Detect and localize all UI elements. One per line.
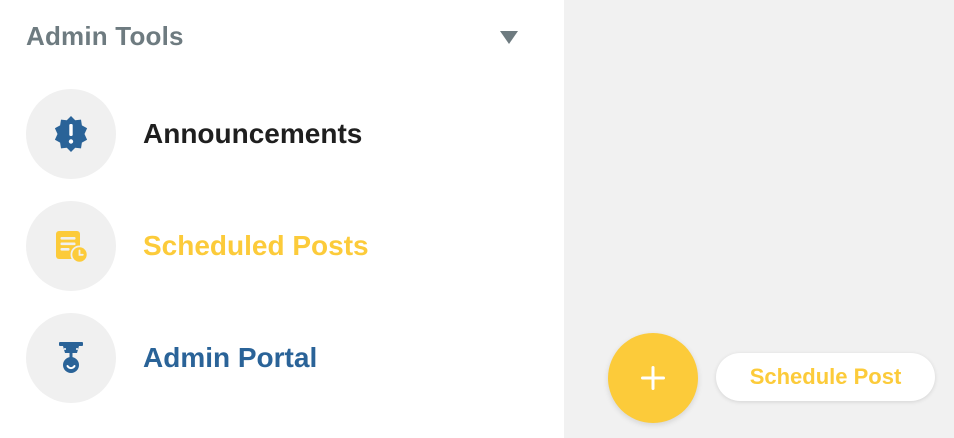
panel-title: Admin Tools — [26, 20, 184, 51]
chevron-down-icon[interactable] — [500, 30, 518, 44]
schedule-post-button[interactable]: Schedule Post — [716, 353, 935, 401]
menu-item-label: Admin Portal — [143, 342, 318, 373]
menu-item-scheduled-posts[interactable]: Scheduled Posts — [26, 201, 369, 291]
admin-tools-panel: Admin Tools Announcements Scheduled Post… — [0, 0, 564, 438]
admin-tools-header[interactable]: Admin Tools — [26, 18, 526, 54]
announcement-badge-icon — [26, 89, 116, 179]
menu-item-announcements[interactable]: Announcements — [26, 89, 362, 179]
add-schedule-post-button[interactable] — [608, 333, 698, 423]
plus-icon — [641, 366, 665, 390]
scheduled-post-icon — [26, 201, 116, 291]
menu-item-label: Announcements — [143, 118, 363, 149]
admin-portal-icon — [26, 313, 116, 403]
menu-item-label: Scheduled Posts — [143, 230, 369, 261]
menu-item-admin-portal[interactable]: Admin Portal — [26, 313, 317, 403]
